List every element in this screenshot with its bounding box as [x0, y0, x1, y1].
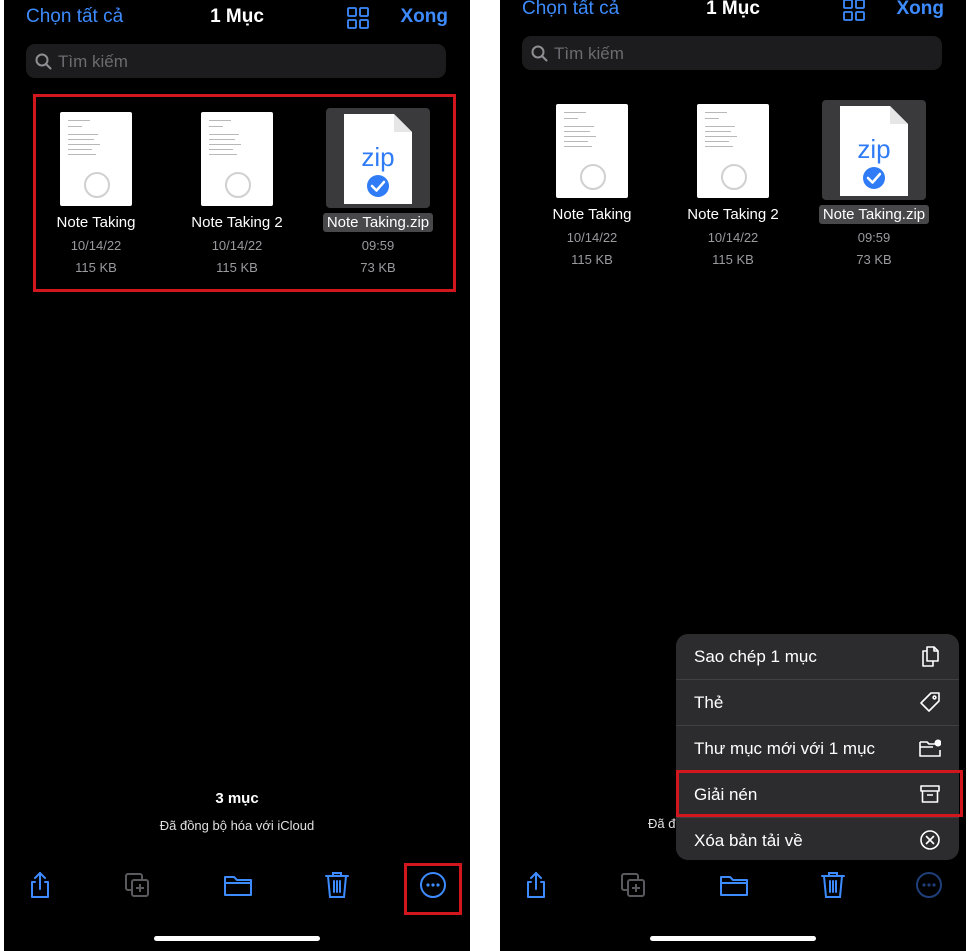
- copy-icon: [922, 646, 939, 667]
- search-icon: [531, 45, 548, 62]
- search-field[interactable]: Tìm kiếm: [26, 44, 446, 78]
- item-count: 3 mục: [215, 790, 259, 807]
- share-icon[interactable]: [25, 870, 55, 900]
- file-date: 10/14/22: [566, 230, 618, 245]
- file-name: Note Taking 2: [687, 206, 779, 223]
- more-button-highlight-box: [404, 863, 462, 915]
- menu-item-new-folder[interactable]: Thư mục mới với 1 mục: [676, 726, 959, 772]
- menu-item-remove-download[interactable]: Xóa bản tải về: [676, 818, 959, 860]
- file-thumbnail: zip: [822, 100, 926, 200]
- grid-view-icon[interactable]: [346, 6, 370, 30]
- file-date: 10/14/22: [707, 230, 759, 245]
- duplicate-icon[interactable]: [122, 870, 152, 900]
- trash-icon[interactable]: [322, 870, 352, 900]
- menu-item-tags[interactable]: Thẻ: [676, 680, 959, 726]
- share-icon[interactable]: [521, 870, 551, 900]
- duplicate-icon[interactable]: [618, 870, 648, 900]
- file-size: 115 KB: [712, 252, 754, 267]
- bottom-toolbar: [500, 866, 966, 910]
- phone-screen-right: Chọn tất cả 1 Mục Xong Tìm kiếm Note Tak…: [500, 0, 966, 951]
- file-thumbnail: [681, 100, 785, 200]
- file-name-text: Note Taking.zip: [818, 205, 930, 224]
- search-placeholder: Tìm kiếm: [58, 52, 128, 71]
- done-button[interactable]: Xong: [401, 6, 449, 28]
- folder-icon[interactable]: [223, 870, 253, 900]
- search-placeholder: Tìm kiếm: [554, 44, 624, 63]
- more-options-icon[interactable]: [914, 870, 944, 900]
- bottom-toolbar: [4, 866, 470, 910]
- done-button[interactable]: Xong: [897, 0, 945, 20]
- grid-view-icon[interactable]: [842, 0, 866, 22]
- phone-screen-left: Chọn tất cả 1 Mục Xong Tìm kiếm Note Tak…: [4, 0, 470, 951]
- tag-icon: [920, 692, 940, 712]
- extract-highlight-box: [676, 770, 963, 817]
- home-indicator: [154, 936, 320, 941]
- top-bar: Chọn tất cả 1 Mục Xong: [500, 0, 966, 28]
- file-name: Note Taking.zip: [804, 205, 944, 224]
- menu-item-label: Thẻ: [694, 693, 724, 712]
- trash-icon[interactable]: [818, 870, 848, 900]
- menu-item-label: Sao chép 1 mục: [694, 647, 817, 666]
- new-folder-icon: [919, 739, 941, 757]
- top-bar: Chọn tất cả 1 Mục Xong: [4, 0, 470, 36]
- checkmark-icon: [863, 167, 885, 189]
- menu-item-copy[interactable]: Sao chép 1 mục: [676, 634, 959, 680]
- sync-status: Đã đồng bộ hóa với iCloud: [159, 818, 315, 833]
- menu-item-label: Thư mục mới với 1 mục: [694, 739, 876, 758]
- menu-item-label: Xóa bản tải về: [694, 831, 803, 850]
- document-preview: [556, 104, 628, 198]
- sync-status-partial: Đã đ: [648, 816, 676, 831]
- search-icon: [35, 53, 52, 70]
- file-thumbnail: [540, 100, 644, 200]
- zip-file-icon: zip: [840, 106, 908, 196]
- files-highlight-box: [33, 94, 456, 292]
- file-date: 09:59: [857, 230, 891, 245]
- file-size: 115 KB: [571, 252, 613, 267]
- file-size: 73 KB: [856, 252, 892, 267]
- zip-label: zip: [857, 134, 890, 164]
- document-preview: [697, 104, 769, 198]
- folder-icon[interactable]: [719, 870, 749, 900]
- search-field[interactable]: Tìm kiếm: [522, 36, 942, 70]
- more-actions-menu: Sao chép 1 mục Thẻ Thư mục mới với 1 mục: [676, 634, 959, 860]
- file-name: Note Taking: [552, 206, 632, 223]
- home-indicator: [650, 936, 816, 941]
- remove-download-icon: [920, 830, 940, 850]
